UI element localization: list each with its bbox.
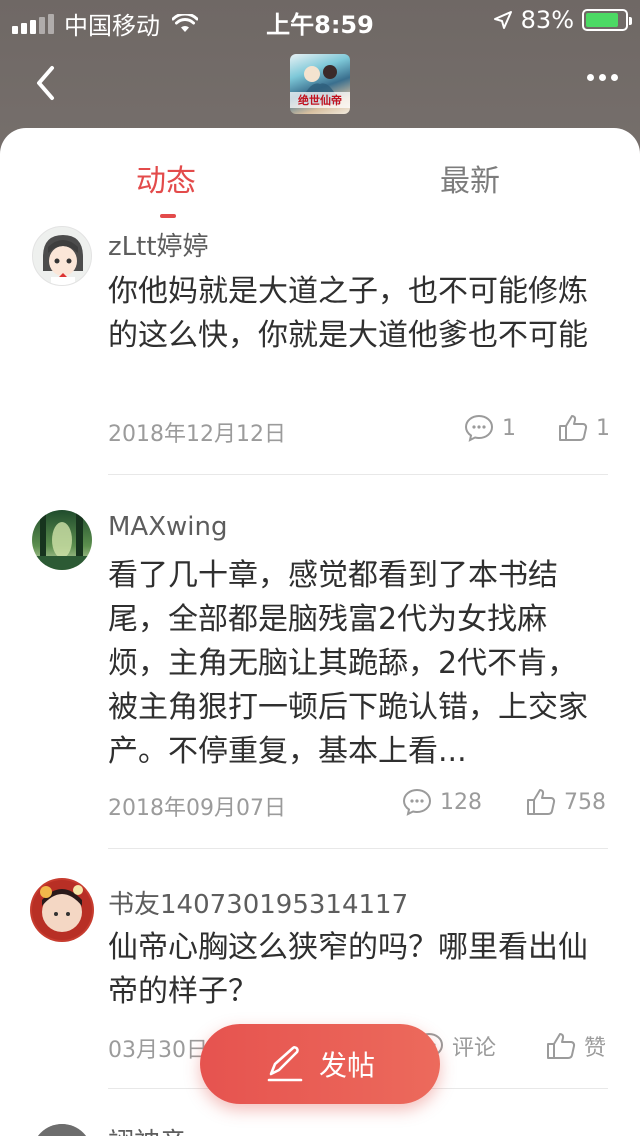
post-username[interactable]: MAXwing <box>108 512 228 542</box>
thumbs-up-icon <box>559 415 588 441</box>
more-dot <box>599 74 606 81</box>
post-content[interactable]: 仙帝心胸这么狭窄的吗？哪里看出仙帝的样子？ <box>108 926 604 1014</box>
comment-button[interactable]: 1 <box>464 414 516 442</box>
more-dot <box>611 74 618 81</box>
like-button[interactable]: 赞 <box>546 1030 606 1062</box>
avatar[interactable] <box>32 510 92 570</box>
like-button[interactable]: 1 <box>558 414 610 442</box>
comment-label: 评论 <box>452 1036 497 1061</box>
tab-dynamics[interactable]: 动态 <box>136 156 196 200</box>
nav-bar: 绝世仙帝 <box>0 40 640 128</box>
divider <box>108 474 608 475</box>
battery-level <box>586 13 618 27</box>
status-bar: 中国移动 上午8:59 83% <box>0 0 640 40</box>
comment-icon <box>402 788 432 816</box>
avatar-image <box>38 1124 86 1136</box>
book-cover-title: 绝世仙帝 <box>290 92 350 108</box>
tab-latest[interactable]: 最新 <box>440 156 500 200</box>
like-button[interactable]: 758 <box>526 788 606 816</box>
book-cover[interactable]: 绝世仙帝 <box>290 54 350 114</box>
comment-button[interactable]: 128 <box>402 788 482 816</box>
avatar-image <box>43 235 83 285</box>
divider <box>108 848 608 849</box>
content-sheet: 动态 最新 zLtt婷婷 你他妈就是大道之子，也不可能修炼的这么快，你就是大道他… <box>0 128 640 1136</box>
thumbs-up-icon <box>547 1033 576 1059</box>
post-username[interactable]: 翊神音 <box>108 1122 186 1136</box>
avatar[interactable] <box>32 1124 92 1136</box>
avatar[interactable] <box>32 226 92 286</box>
post-username[interactable]: zLtt婷婷 <box>108 226 209 263</box>
post-username[interactable]: 书友140730195314117 <box>108 884 408 921</box>
avatar[interactable] <box>30 878 94 942</box>
tab-active-indicator <box>160 214 176 218</box>
chevron-left-icon <box>37 66 54 100</box>
status-right: 83% <box>493 6 632 34</box>
back-button[interactable] <box>26 58 66 108</box>
like-count: 758 <box>564 789 606 815</box>
new-post-button[interactable]: 发帖 <box>200 1024 440 1104</box>
avatar-image <box>32 880 92 940</box>
like-label: 赞 <box>584 1036 607 1061</box>
battery-icon <box>582 9 632 31</box>
avatar-image <box>32 512 92 570</box>
more-dot <box>587 74 594 81</box>
screen: 中国移动 上午8:59 83% 绝世仙帝 动态 最新 zLtt婷婷 你他妈就是大… <box>0 0 640 1136</box>
post-date: 2018年09月07日 <box>108 796 286 821</box>
like-count: 1 <box>596 415 610 441</box>
thumbs-up-icon <box>527 789 556 815</box>
post-date: 03月30日 <box>108 1038 208 1063</box>
post-content[interactable]: 你他妈就是大道之子，也不可能修炼的这么快，你就是大道他爹也不可能 <box>108 270 604 402</box>
battery-percent: 83% <box>520 6 574 34</box>
comment-count: 128 <box>440 789 482 815</box>
battery-cap <box>629 17 632 25</box>
post-content[interactable]: 看了几十章，感觉都看到了本书结尾，全部都是脑残富2代为女找麻烦，主角无脑让其跪舔… <box>108 554 604 774</box>
more-options-button[interactable] <box>587 74 618 81</box>
comment-count: 1 <box>502 415 516 441</box>
comment-icon <box>464 414 494 442</box>
tab-bar: 动态 最新 <box>0 128 640 218</box>
pen-icon <box>267 1046 303 1082</box>
post-date: 2018年12月12日 <box>108 422 286 447</box>
location-arrow-icon <box>493 11 512 29</box>
new-post-label: 发帖 <box>318 1049 375 1082</box>
